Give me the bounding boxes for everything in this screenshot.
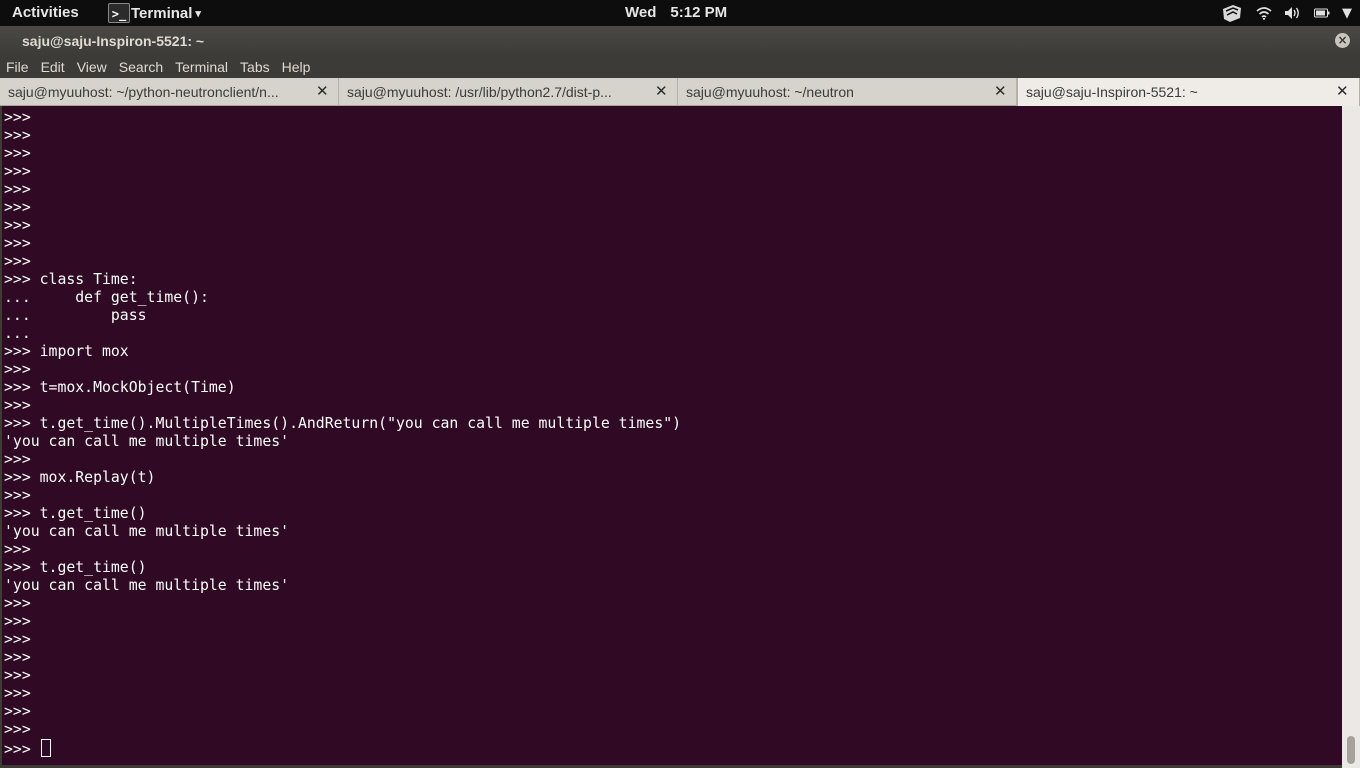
terminal-line: >>> bbox=[4, 199, 31, 216]
terminal-line: >>> bbox=[4, 685, 31, 702]
tab-close-icon[interactable]: ✕ bbox=[994, 82, 1007, 100]
terminal-line: 'you can call me multiple times' bbox=[4, 433, 290, 450]
terminal-line: >>> bbox=[4, 667, 31, 684]
activities-button[interactable]: Activities bbox=[12, 4, 79, 21]
app-menu-label: Terminal bbox=[131, 4, 193, 22]
tab-python-neutronclient[interactable]: saju@myuuhost: ~/python-neutronclient/n.… bbox=[0, 78, 339, 106]
window-close-icon[interactable]: × bbox=[1335, 33, 1350, 48]
terminal-line: >>> bbox=[4, 649, 31, 666]
app-menu[interactable]: >_ Terminal ▾ bbox=[108, 0, 201, 26]
text-cursor bbox=[40, 739, 51, 757]
terminal-app-icon: >_ bbox=[108, 3, 130, 23]
tab-python-dist-packages[interactable]: saju@myuuhost: /usr/lib/python2.7/dist-p… bbox=[339, 78, 678, 106]
tab-close-icon[interactable]: ✕ bbox=[655, 82, 668, 100]
menu-tabs[interactable]: Tabs bbox=[234, 59, 276, 75]
tab-bar: saju@myuuhost: ~/python-neutronclient/n.… bbox=[0, 78, 1360, 106]
terminal-line: ... def get_time(): bbox=[4, 289, 209, 306]
clock[interactable]: Wed 5:12 PM bbox=[625, 4, 727, 21]
clock-time: 5:12 PM bbox=[670, 4, 728, 21]
terminal-line: 'you can call me multiple times' bbox=[4, 577, 290, 594]
terminal-line: >>> t.get_time() bbox=[4, 505, 147, 522]
terminal-line: >>> bbox=[4, 127, 31, 144]
clock-day: Wed bbox=[625, 4, 657, 21]
terminal-line: >>> import mox bbox=[4, 343, 129, 360]
system-tray: ▼ bbox=[1220, 0, 1352, 26]
menu-file[interactable]: File bbox=[0, 59, 35, 75]
terminal-line: >>> bbox=[4, 595, 31, 612]
app-menu-arrow-icon: ▾ bbox=[195, 7, 201, 20]
notification-icon[interactable] bbox=[1220, 3, 1244, 23]
tab-label: saju@myuuhost: ~/python-neutronclient/n.… bbox=[8, 84, 279, 100]
battery-icon[interactable] bbox=[1314, 8, 1330, 18]
wifi-icon[interactable] bbox=[1256, 6, 1272, 20]
tab-label: saju@myuuhost: /usr/lib/python2.7/dist-p… bbox=[347, 84, 612, 100]
window-title: saju@saju-Inspiron-5521: ~ bbox=[22, 33, 205, 49]
scrollbar-thumb[interactable] bbox=[1347, 736, 1355, 764]
tab-saju-inspiron[interactable]: saju@saju-Inspiron-5521: ~ ✕ bbox=[1017, 78, 1360, 106]
terminal-line: >>> bbox=[4, 721, 31, 738]
terminal-line: >>> class Time: bbox=[4, 271, 138, 288]
terminal-area[interactable]: >>> >>> >>> >>> >>> >>> >>> >>> >>> >>> class Tim… bbox=[2, 106, 1342, 765]
terminal-output: >>> >>> >>> >>> >>> >>> >>> >>> >>> >>> class Tim… bbox=[4, 109, 682, 758]
terminal-line: 'you can call me multiple times' bbox=[4, 523, 290, 540]
terminal-line: ... bbox=[4, 325, 31, 342]
terminal-line: >>> bbox=[4, 145, 31, 162]
tab-close-icon[interactable]: ✕ bbox=[1336, 82, 1349, 100]
terminal-line: >>> bbox=[4, 397, 31, 414]
terminal-line: >>> mox.Replay(t) bbox=[4, 469, 156, 486]
menu-help[interactable]: Help bbox=[276, 59, 317, 75]
terminal-line: >>> t=mox.MockObject(Time) bbox=[4, 379, 236, 396]
terminal-line: >>> bbox=[4, 541, 31, 558]
terminal-line: >>> bbox=[4, 163, 31, 180]
volume-icon[interactable] bbox=[1284, 6, 1302, 20]
menu-search[interactable]: Search bbox=[113, 59, 169, 75]
menu-edit[interactable]: Edit bbox=[35, 59, 71, 75]
terminal-line: >>> bbox=[4, 451, 31, 468]
terminal-line: >>> bbox=[4, 235, 31, 252]
terminal-line: ... pass bbox=[4, 307, 147, 324]
terminal-line: >>> bbox=[4, 217, 31, 234]
terminal-line: >>> bbox=[4, 181, 31, 198]
terminal-prompt: >>> bbox=[4, 741, 40, 758]
terminal-line: >>> bbox=[4, 631, 31, 648]
menu-view[interactable]: View bbox=[71, 59, 113, 75]
terminal-line: >>> bbox=[4, 703, 31, 720]
terminal-line: >>> bbox=[4, 487, 31, 504]
menu-bar: File Edit View Search Terminal Tabs Help bbox=[0, 56, 1360, 78]
terminal-line: >>> bbox=[4, 613, 31, 630]
terminal-line: >>> bbox=[4, 109, 31, 126]
tab-label: saju@saju-Inspiron-5521: ~ bbox=[1026, 84, 1198, 100]
tab-neutron[interactable]: saju@myuuhost: ~/neutron ✕ bbox=[678, 78, 1017, 106]
tab-label: saju@myuuhost: ~/neutron bbox=[686, 84, 854, 100]
terminal-prompt-line[interactable]: >>> bbox=[4, 739, 681, 758]
menu-terminal[interactable]: Terminal bbox=[169, 59, 234, 75]
terminal-scrollbar[interactable] bbox=[1342, 106, 1360, 768]
top-panel: Activities >_ Terminal ▾ Wed 5:12 PM ▼ bbox=[0, 0, 1360, 26]
terminal-line: >>> t.get_time().MultipleTimes().AndRetu… bbox=[4, 415, 682, 432]
terminal-line: >>> bbox=[4, 253, 31, 270]
system-menu-arrow-icon[interactable]: ▼ bbox=[1342, 6, 1352, 21]
terminal-line: >>> t.get_time() bbox=[4, 559, 147, 576]
tab-close-icon[interactable]: ✕ bbox=[316, 82, 329, 100]
window-titlebar[interactable]: saju@saju-Inspiron-5521: ~ × bbox=[0, 26, 1360, 56]
terminal-line: >>> bbox=[4, 361, 31, 378]
